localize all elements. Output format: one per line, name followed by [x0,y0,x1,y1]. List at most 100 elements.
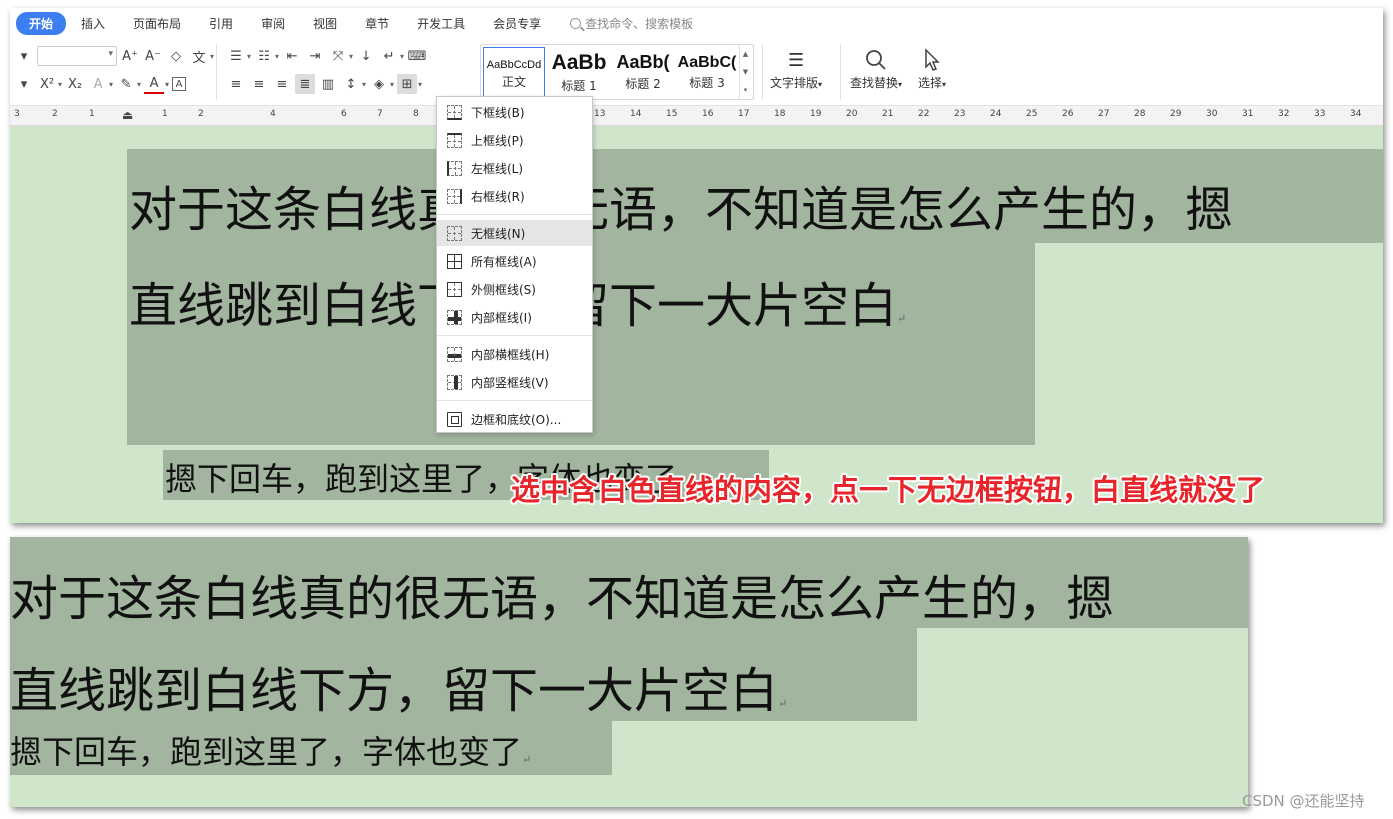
borders-icon[interactable]: ⊞ [397,74,418,94]
menu-bar: 开始 插入 页面布局 引用 审阅 视图 章节 开发工具 会员专享 查找命令、搜索… [10,8,1383,38]
select-button[interactable]: 选择▾ [918,46,946,91]
tab-references[interactable]: 引用 [196,12,246,35]
chevron-down-icon[interactable]: ▾ [418,80,422,89]
tab-start[interactable]: 开始 [16,11,67,35]
bullets-icon[interactable]: ☰ [226,46,246,66]
style-name: 标题 3 [689,75,725,90]
tab-section[interactable]: 章节 [352,12,402,35]
scroll-up-icon[interactable]: ▲ [743,50,748,58]
ruler-number: 16 [702,109,714,119]
menu-item-inside-horizontal-border[interactable]: 内部横框线(H) [437,341,592,367]
doc-text-line[interactable]: 摁下回车，跑到这里了，字体也变了↵ [10,727,531,773]
tab-page-layout[interactable]: 页面布局 [120,12,194,35]
doc-text-line[interactable]: 直线跳到白线下方，留下一大片空白↵ [10,651,787,721]
doc-text: 对于这条白线真的很无语，不知道是怎么产生的，摁 [10,571,1115,627]
highlight-icon[interactable]: ✎ [116,74,136,94]
align-right-icon[interactable]: ≡ [272,74,292,94]
chevron-down-icon[interactable]: ▾ [362,80,366,89]
grow-font-icon[interactable]: A⁺ [120,46,140,66]
text-effect-icon[interactable]: A [88,74,108,94]
font-color-icon[interactable]: A [144,74,165,94]
chevron-down-icon[interactable]: ▾ [210,52,214,61]
underline-dropdown-icon[interactable]: ▾ [14,74,34,94]
style-sample: AaBb [551,50,607,74]
cursor-arrow-icon [922,46,942,74]
superscript-icon[interactable]: X² [37,74,57,94]
decrease-indent-icon[interactable]: ⇤ [282,46,302,66]
chevron-down-icon[interactable]: ▾ [165,80,169,89]
style-name: 标题 2 [625,77,661,91]
find-replace-button[interactable]: 查找替换▾ [850,46,902,91]
chevron-down-icon[interactable]: ▾ [109,80,113,89]
chevron-down-icon[interactable]: ▾ [349,52,353,61]
ruler-number: 1 [162,109,168,119]
ruler-number: 3 [14,109,20,119]
chevron-down-icon[interactable]: ▾ [400,52,404,61]
show-marks-icon[interactable]: ↵ [379,46,399,66]
menu-item-left-border[interactable]: 左框线(L) [437,155,592,181]
indent-marker-icon[interactable]: ⏏ [122,108,133,122]
clear-format-icon[interactable]: ◇ [166,46,186,66]
doc-text-line[interactable]: 对于这条白线真的很无语，不知道是怎么产生的，摁 [10,559,1114,629]
style-heading-3[interactable]: AaBbC( 标题 3 [675,45,739,99]
subscript-icon[interactable]: X₂ [65,74,85,94]
doc-text: 对于这条白线真的很无语，不知道是怎么产生的，摁 [129,182,1234,238]
menu-item-outside-borders[interactable]: 外侧框线(S) [437,276,592,302]
tab-review[interactable]: 审阅 [248,12,298,35]
text-layout-button[interactable]: ☰ 文字排版▾ [770,46,822,91]
menu-item-inside-borders[interactable]: 内部框线(I) [437,304,592,330]
ruler-number: 31 [1242,109,1254,119]
style-normal[interactable]: AaBbCcDd 正文 [483,47,545,99]
ruler-number: 18 [774,109,786,119]
increase-indent-icon[interactable]: ⇥ [305,46,325,66]
menu-item-right-border[interactable]: 右框线(R) [437,183,592,209]
phonetic-guide-icon[interactable]: 文 [189,46,209,66]
style-gallery-scroll[interactable]: ▲ ▼ ▾ [739,45,751,99]
scroll-down-icon[interactable]: ▼ [743,68,748,76]
menu-item-no-border[interactable]: 无框线(N) [437,220,592,246]
chevron-down-icon[interactable]: ▾ [247,52,251,61]
ruler-number: 15 [666,109,678,119]
tab-member[interactable]: 会员专享 [480,12,554,35]
menu-item-label: 内部竖框线(V) [471,375,549,390]
menu-item-inside-vertical-border[interactable]: 内部竖框线(V) [437,369,592,395]
chevron-down-icon[interactable]: ▾ [137,80,141,89]
char-border-icon[interactable]: A [172,77,187,91]
ribbon-toolbar: ▾ A⁺ A⁻ ◇ 文▾ ▾ X²▾ X₂ A▾ ✎▾ A▾ A ☰▾ ☷▾ ⇤… [10,38,1383,106]
menu-item-borders-shading[interactable]: 边框和底纹(O)... [437,406,592,432]
horizontal-ruler[interactable]: 3 2 1 ⏏ 1 2 4 6 7 8 13 14 15 16 17 18 19… [10,106,1383,126]
tab-insert[interactable]: 插入 [68,12,118,35]
inside-vertical-border-icon [447,374,462,390]
font-size-box[interactable] [37,46,117,66]
ruler-icon[interactable]: ⌨ [407,46,427,66]
style-heading-2[interactable]: AaBb( 标题 2 [611,45,675,99]
distributed-icon[interactable]: ▥ [318,74,338,94]
chevron-down-icon[interactable]: ▾ [390,80,394,89]
chinese-layout-icon[interactable]: ⤧ [328,46,348,66]
chevron-down-icon[interactable]: ▾ [58,80,62,89]
doc-text-line[interactable]: 对于这条白线真的很无语，不知道是怎么产生的，摁 [129,170,1233,240]
chevron-down-icon[interactable]: ▾ [275,52,279,61]
numbering-icon[interactable]: ☷ [254,46,274,66]
align-center-icon[interactable]: ≡ [249,74,269,94]
style-heading-1[interactable]: AaBb 标题 1 [547,45,611,99]
command-search[interactable]: 查找命令、搜索模板 [570,15,693,32]
line-spacing-icon[interactable]: ↕ [341,74,361,94]
ruler-number: 27 [1098,109,1110,119]
menu-item-all-borders[interactable]: 所有框线(A) [437,248,592,274]
align-left-icon[interactable]: ≡ [226,74,246,94]
ruler-number: 34 [1350,109,1362,119]
expand-icon[interactable]: ▾ [744,86,748,94]
shading-icon[interactable]: ◈ [369,74,389,94]
magnifier-icon [864,46,888,74]
menu-item-bottom-border[interactable]: 下框线(B) [437,99,592,125]
font-name-dropdown-icon[interactable]: ▾ [14,46,34,66]
paragraph-mark-icon: ↵ [897,312,907,325]
tab-view[interactable]: 视图 [300,12,350,35]
ruler-number: 1 [89,109,95,119]
sort-icon[interactable]: ↓ [356,46,376,66]
shrink-font-icon[interactable]: A⁻ [143,46,163,66]
menu-item-top-border[interactable]: 上框线(P) [437,127,592,153]
justify-icon[interactable]: ≣ [295,74,315,94]
tab-developer[interactable]: 开发工具 [404,12,478,35]
